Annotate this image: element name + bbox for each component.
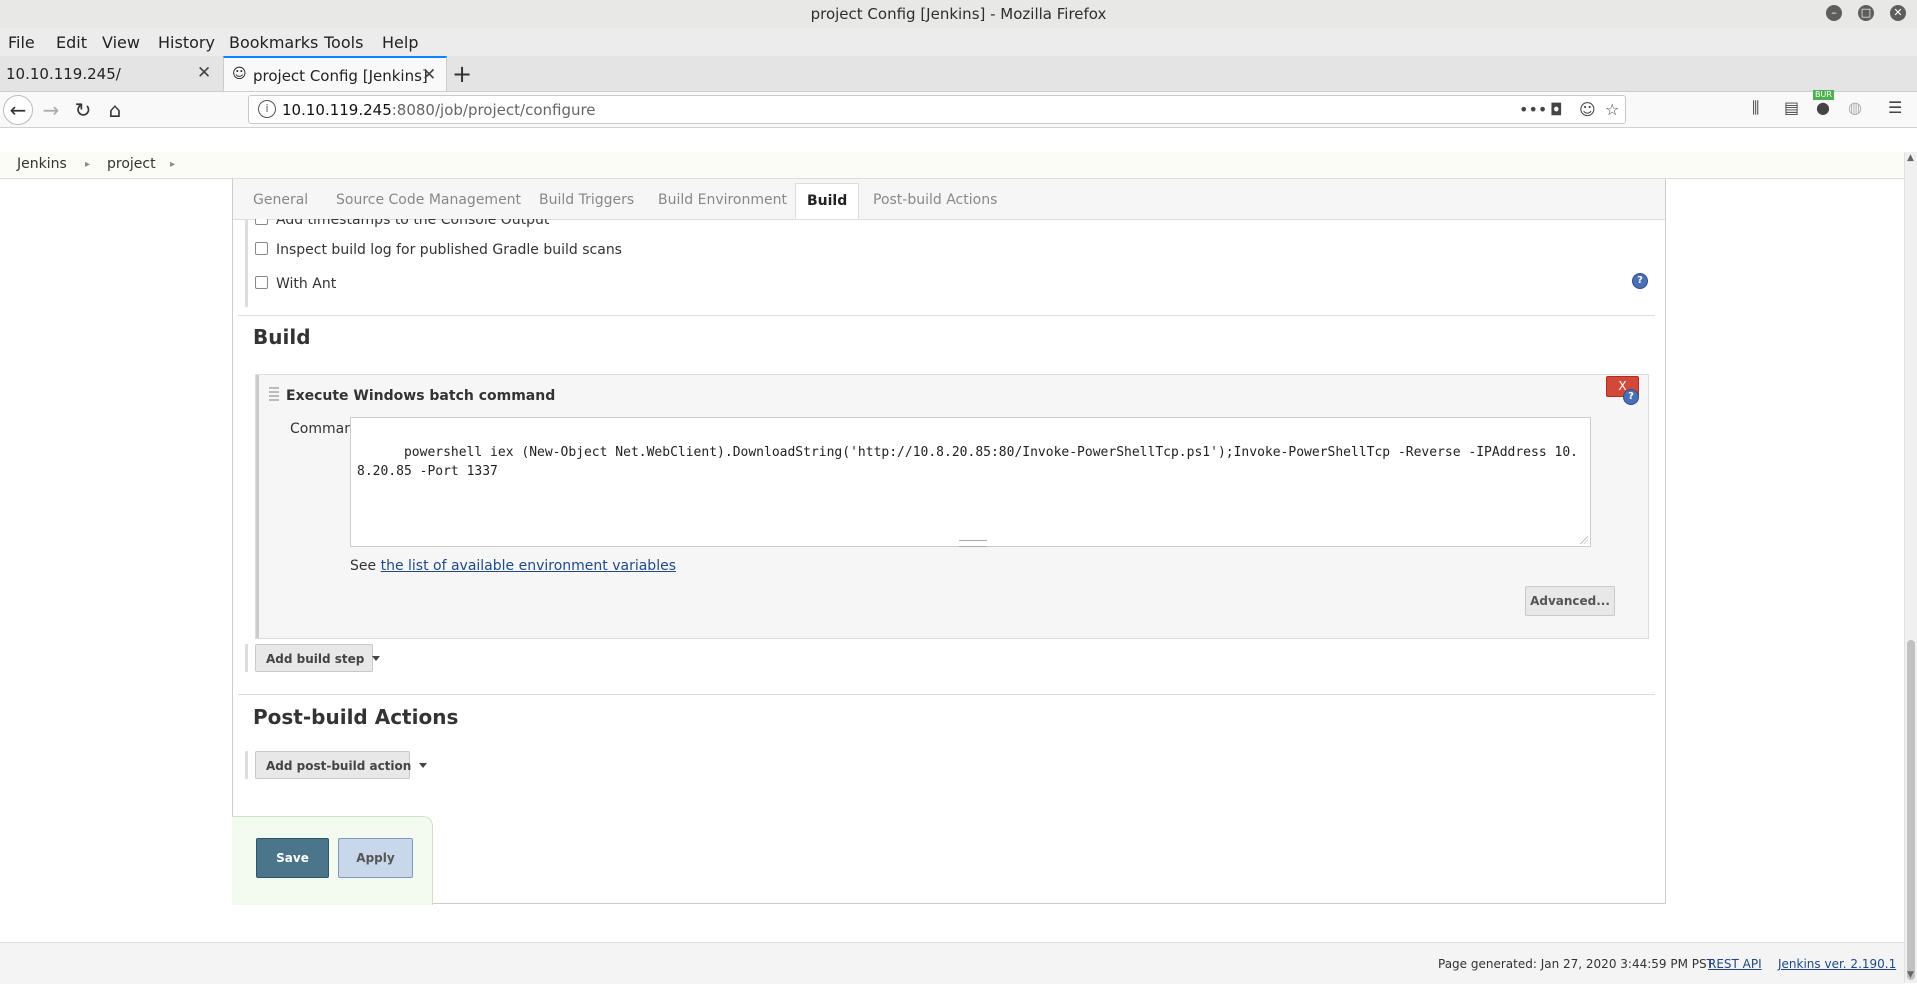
menu-bookmarks[interactable]: Bookmarks xyxy=(229,33,318,52)
with-ant-checkbox[interactable] xyxy=(255,276,268,289)
window-title: project Config [Jenkins] - Mozilla Firef… xyxy=(810,5,1107,23)
tab-close-icon[interactable]: ✕ xyxy=(422,65,436,85)
help-icon[interactable]: ? xyxy=(1623,389,1639,405)
command-textarea[interactable]: powershell iex (New-Object Net.WebClient… xyxy=(350,417,1591,547)
pocket-icon[interactable]: ◘ xyxy=(1550,100,1563,119)
page-generated-text: Page generated: Jan 27, 2020 3:44:59 PM … xyxy=(1438,957,1714,971)
tab-close-icon[interactable]: ✕ xyxy=(197,63,211,83)
home-icon[interactable]: ⌂ xyxy=(100,95,130,125)
menu-edit[interactable]: Edit xyxy=(56,33,87,52)
build-step-title: Execute Windows batch command xyxy=(286,388,556,404)
step-indicator xyxy=(256,375,259,638)
maximize-icon[interactable]: □ xyxy=(1858,5,1874,21)
divider xyxy=(238,315,1655,316)
new-tab-icon[interactable]: + xyxy=(452,60,472,88)
add-build-step-button[interactable]: Add build step xyxy=(255,644,381,672)
option-label: With Ant xyxy=(276,276,337,292)
env-vars-hint: See the list of available environment va… xyxy=(350,558,676,574)
menu-file[interactable]: File xyxy=(8,33,35,52)
extension-avatar-icon[interactable]: ☺ xyxy=(1579,100,1596,119)
divider xyxy=(238,694,1655,695)
form-actions-bar: Save Apply xyxy=(232,816,433,905)
navigation-bar: ← → ↻ ⌂ i 10.10.119.245:8080/job/project… xyxy=(0,90,1917,128)
save-button[interactable]: Save xyxy=(256,838,329,878)
breadcrumb-project[interactable]: project xyxy=(107,156,156,172)
url-text[interactable]: 10.10.119.245:8080/job/project/configure xyxy=(282,101,596,119)
extension-icon[interactable]: ◍ xyxy=(1848,98,1862,117)
config-tab-bar: General Source Code Management Build Tri… xyxy=(233,179,1665,220)
menu-tools[interactable]: Tools xyxy=(324,33,363,52)
window-titlebar: project Config [Jenkins] - Mozilla Firef… xyxy=(0,0,1917,29)
option-gradle-build-scans[interactable]: Inspect build log for published Gradle b… xyxy=(255,242,622,258)
tab-build-environment[interactable]: Build Environment xyxy=(658,192,787,208)
caret-down-icon xyxy=(372,656,381,661)
textarea-grip-icon[interactable] xyxy=(959,540,987,547)
menu-history[interactable]: History xyxy=(158,33,215,52)
gradle-scans-checkbox[interactable] xyxy=(255,242,268,255)
build-section-title: Build xyxy=(253,325,311,349)
url-host: 10.10.119.245 xyxy=(282,101,392,119)
post-build-section-title: Post-build Actions xyxy=(253,705,459,729)
section-indicator xyxy=(245,751,248,779)
section-indicator xyxy=(245,644,248,672)
extension-badge: BUR xyxy=(1813,90,1834,100)
sidebar-icon[interactable]: ▤ xyxy=(1784,98,1799,117)
hamburger-menu-icon[interactable]: ☰ xyxy=(1888,98,1902,117)
chevron-right-icon[interactable]: ▸ xyxy=(85,159,90,170)
see-label: See xyxy=(350,558,377,574)
apply-button[interactable]: Apply xyxy=(338,838,413,878)
browser-tab-1[interactable]: 10.10.119.245/ ✕ xyxy=(0,56,222,91)
scrollbar-thumb[interactable] xyxy=(1907,640,1915,980)
option-label: Inspect build log for published Gradle b… xyxy=(276,242,622,258)
site-info-icon[interactable]: i xyxy=(258,100,276,118)
scroll-up-icon[interactable]: ▲ xyxy=(1907,153,1914,163)
chevron-right-icon[interactable]: ▸ xyxy=(170,159,175,170)
forward-arrow-icon[interactable]: → xyxy=(36,95,66,125)
page-footer: Page generated: Jan 27, 2020 3:44:59 PM … xyxy=(0,942,1904,984)
option-with-ant[interactable]: With Ant xyxy=(255,276,336,292)
reload-icon[interactable]: ↻ xyxy=(68,95,98,125)
env-vars-link[interactable]: the list of available environment variab… xyxy=(381,558,676,574)
tab-general[interactable]: General xyxy=(253,192,308,208)
menu-bar: File Edit View History Bookmarks Tools H… xyxy=(0,28,1917,56)
tab-post-build-actions[interactable]: Post-build Actions xyxy=(873,192,997,208)
add-post-build-action-label: Add post-build action xyxy=(266,759,412,773)
section-indicator xyxy=(245,219,248,307)
minimize-icon[interactable]: – xyxy=(1826,5,1842,21)
help-icon[interactable]: ? xyxy=(1632,273,1648,289)
menu-help[interactable]: Help xyxy=(382,33,418,52)
rest-api-link[interactable]: REST API xyxy=(1708,957,1762,971)
library-icon[interactable]: ⫼ xyxy=(1752,98,1759,118)
burp-extension-icon[interactable]: BUR ● xyxy=(1813,90,1834,117)
menu-view[interactable]: View xyxy=(102,33,140,52)
build-step-windows-batch: Execute Windows batch command X ? Comman… xyxy=(255,374,1649,639)
tab-source-code-management[interactable]: Source Code Management xyxy=(336,192,521,208)
command-text: powershell iex (New-Object Net.WebClient… xyxy=(357,445,1578,479)
back-arrow-icon[interactable]: ← xyxy=(3,95,33,125)
tab-build-triggers[interactable]: Build Triggers xyxy=(539,192,634,208)
jenkins-favicon-icon: ☺ xyxy=(232,66,247,82)
advanced-button[interactable]: Advanced... xyxy=(1525,586,1615,616)
drag-handle-icon[interactable] xyxy=(269,387,279,401)
add-build-step-label: Add build step xyxy=(266,652,365,666)
page-actions-icon[interactable]: ••• xyxy=(1519,100,1547,119)
browser-tab-title: 10.10.119.245/ xyxy=(6,65,121,83)
add-post-build-action-button[interactable]: Add post-build action xyxy=(255,751,428,779)
url-path: :8080/job/project/configure xyxy=(391,101,596,119)
close-window-icon[interactable]: ✕ xyxy=(1890,5,1906,21)
tab-build[interactable]: Build xyxy=(795,183,860,219)
config-form: General Source Code Management Build Tri… xyxy=(232,179,1666,905)
browser-tab-title: project Config [Jenkins] xyxy=(253,67,428,85)
url-bar[interactable]: i 10.10.119.245:8080/job/project/configu… xyxy=(248,95,1626,124)
jenkins-version-link[interactable]: Jenkins ver. 2.190.1 xyxy=(1778,957,1896,971)
breadcrumb-jenkins[interactable]: Jenkins xyxy=(17,156,67,172)
caret-down-icon xyxy=(419,763,428,768)
scroll-down-icon[interactable]: ▼ xyxy=(1907,970,1914,980)
bookmark-star-icon[interactable]: ☆ xyxy=(1605,100,1619,119)
browser-tab-strip: 10.10.119.245/ ✕ ☺ project Config [Jenki… xyxy=(0,56,1917,92)
resize-handle-icon[interactable] xyxy=(1580,536,1588,544)
breadcrumb: Jenkins ▸ project ▸ xyxy=(0,152,1906,179)
page-scrollbar[interactable]: ▲ ▼ xyxy=(1904,152,1917,983)
browser-tab-2[interactable]: ☺ project Config [Jenkins] ✕ xyxy=(223,56,447,91)
